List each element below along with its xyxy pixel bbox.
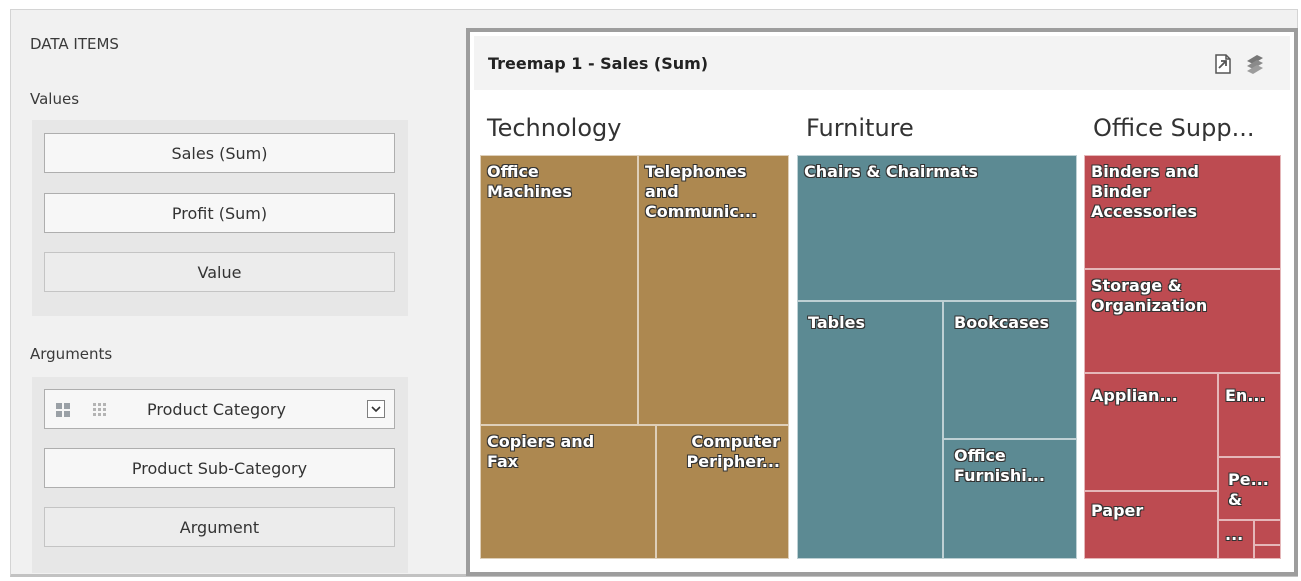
tile-chairs[interactable]: Chairs & Chairmats [797, 155, 1077, 301]
tile-label: Tables [808, 313, 865, 332]
data-items-title: DATA ITEMS [30, 35, 119, 53]
export-icon[interactable] [1212, 53, 1234, 75]
tile-telephones[interactable]: Telephones and Communic... [638, 155, 789, 425]
tile-storage[interactable]: Storage & Organization [1084, 269, 1281, 373]
tile-bookcases[interactable]: Bookcases [943, 301, 1077, 439]
tile-office-furnishings[interactable]: Office Furnishi... [943, 439, 1077, 559]
tile-label: Office Machines [487, 162, 572, 201]
argument-placeholder[interactable]: Argument [44, 507, 395, 547]
values-label: Values [30, 90, 80, 108]
tile-label: En... [1225, 386, 1266, 405]
tile-binders[interactable]: Binders and Binder Accessories [1084, 155, 1281, 269]
tile-computer-peripherals[interactable]: Computer Peripher... [656, 425, 789, 559]
tile-label: Paper [1091, 501, 1144, 520]
tile-label: ... [1225, 525, 1244, 544]
tile-label: Office Furnishi... [954, 446, 1045, 485]
tile-envelopes[interactable]: En... [1218, 373, 1281, 457]
value-item-profit[interactable]: Profit (Sum) [44, 193, 395, 233]
tile-small-2[interactable] [1254, 545, 1281, 559]
arguments-label: Arguments [30, 345, 113, 363]
tile-label: Storage & Organization [1091, 276, 1208, 315]
tile-office-machines[interactable]: Office Machines [480, 155, 638, 425]
argument-item-product-sub-category[interactable]: Product Sub-Category [44, 448, 395, 488]
tile-small-1[interactable] [1254, 520, 1281, 545]
argument-label: Product Category [147, 399, 286, 419]
tile-label: Binders and Binder Accessories [1091, 162, 1199, 221]
tile-paper[interactable]: Paper [1084, 491, 1218, 559]
value-placeholder[interactable]: Value [44, 252, 395, 292]
tile-label: Copiers and Fax [487, 432, 595, 471]
tile-copiers-fax[interactable]: Copiers and Fax [480, 425, 656, 559]
tile-tables[interactable]: Tables [797, 301, 943, 559]
dots-grid-icon [93, 403, 106, 416]
chevron-down-icon[interactable] [367, 400, 385, 418]
tile-label: Computer Peripher... [686, 432, 781, 471]
category-label-furniture: Furniture [806, 114, 914, 142]
tile-label: Telephones and Communic... [645, 162, 758, 221]
argument-item-product-category[interactable]: Product Category [44, 389, 395, 429]
category-label-office-supplies: Office Supp... [1093, 114, 1255, 142]
category-label-technology: Technology [487, 114, 622, 142]
tile-appliances[interactable]: Applian... [1084, 373, 1218, 491]
tile-pens[interactable]: Pe... & [1218, 457, 1281, 520]
tile-label: Chairs & Chairmats [804, 162, 978, 181]
treemap-title: Treemap 1 - Sales (Sum) [488, 53, 709, 73]
value-item-sales[interactable]: Sales (Sum) [44, 133, 395, 173]
tile-label: Applian... [1091, 386, 1178, 405]
tile-label: Pe... & [1228, 470, 1269, 509]
treemap-caption: Treemap 1 - Sales (Sum) [474, 36, 1290, 90]
tile-label: Bookcases [954, 313, 1049, 332]
hierarchy-grid-icon [56, 403, 70, 417]
tile-misc[interactable]: ... [1218, 520, 1254, 559]
layers-icon[interactable] [1244, 53, 1266, 75]
